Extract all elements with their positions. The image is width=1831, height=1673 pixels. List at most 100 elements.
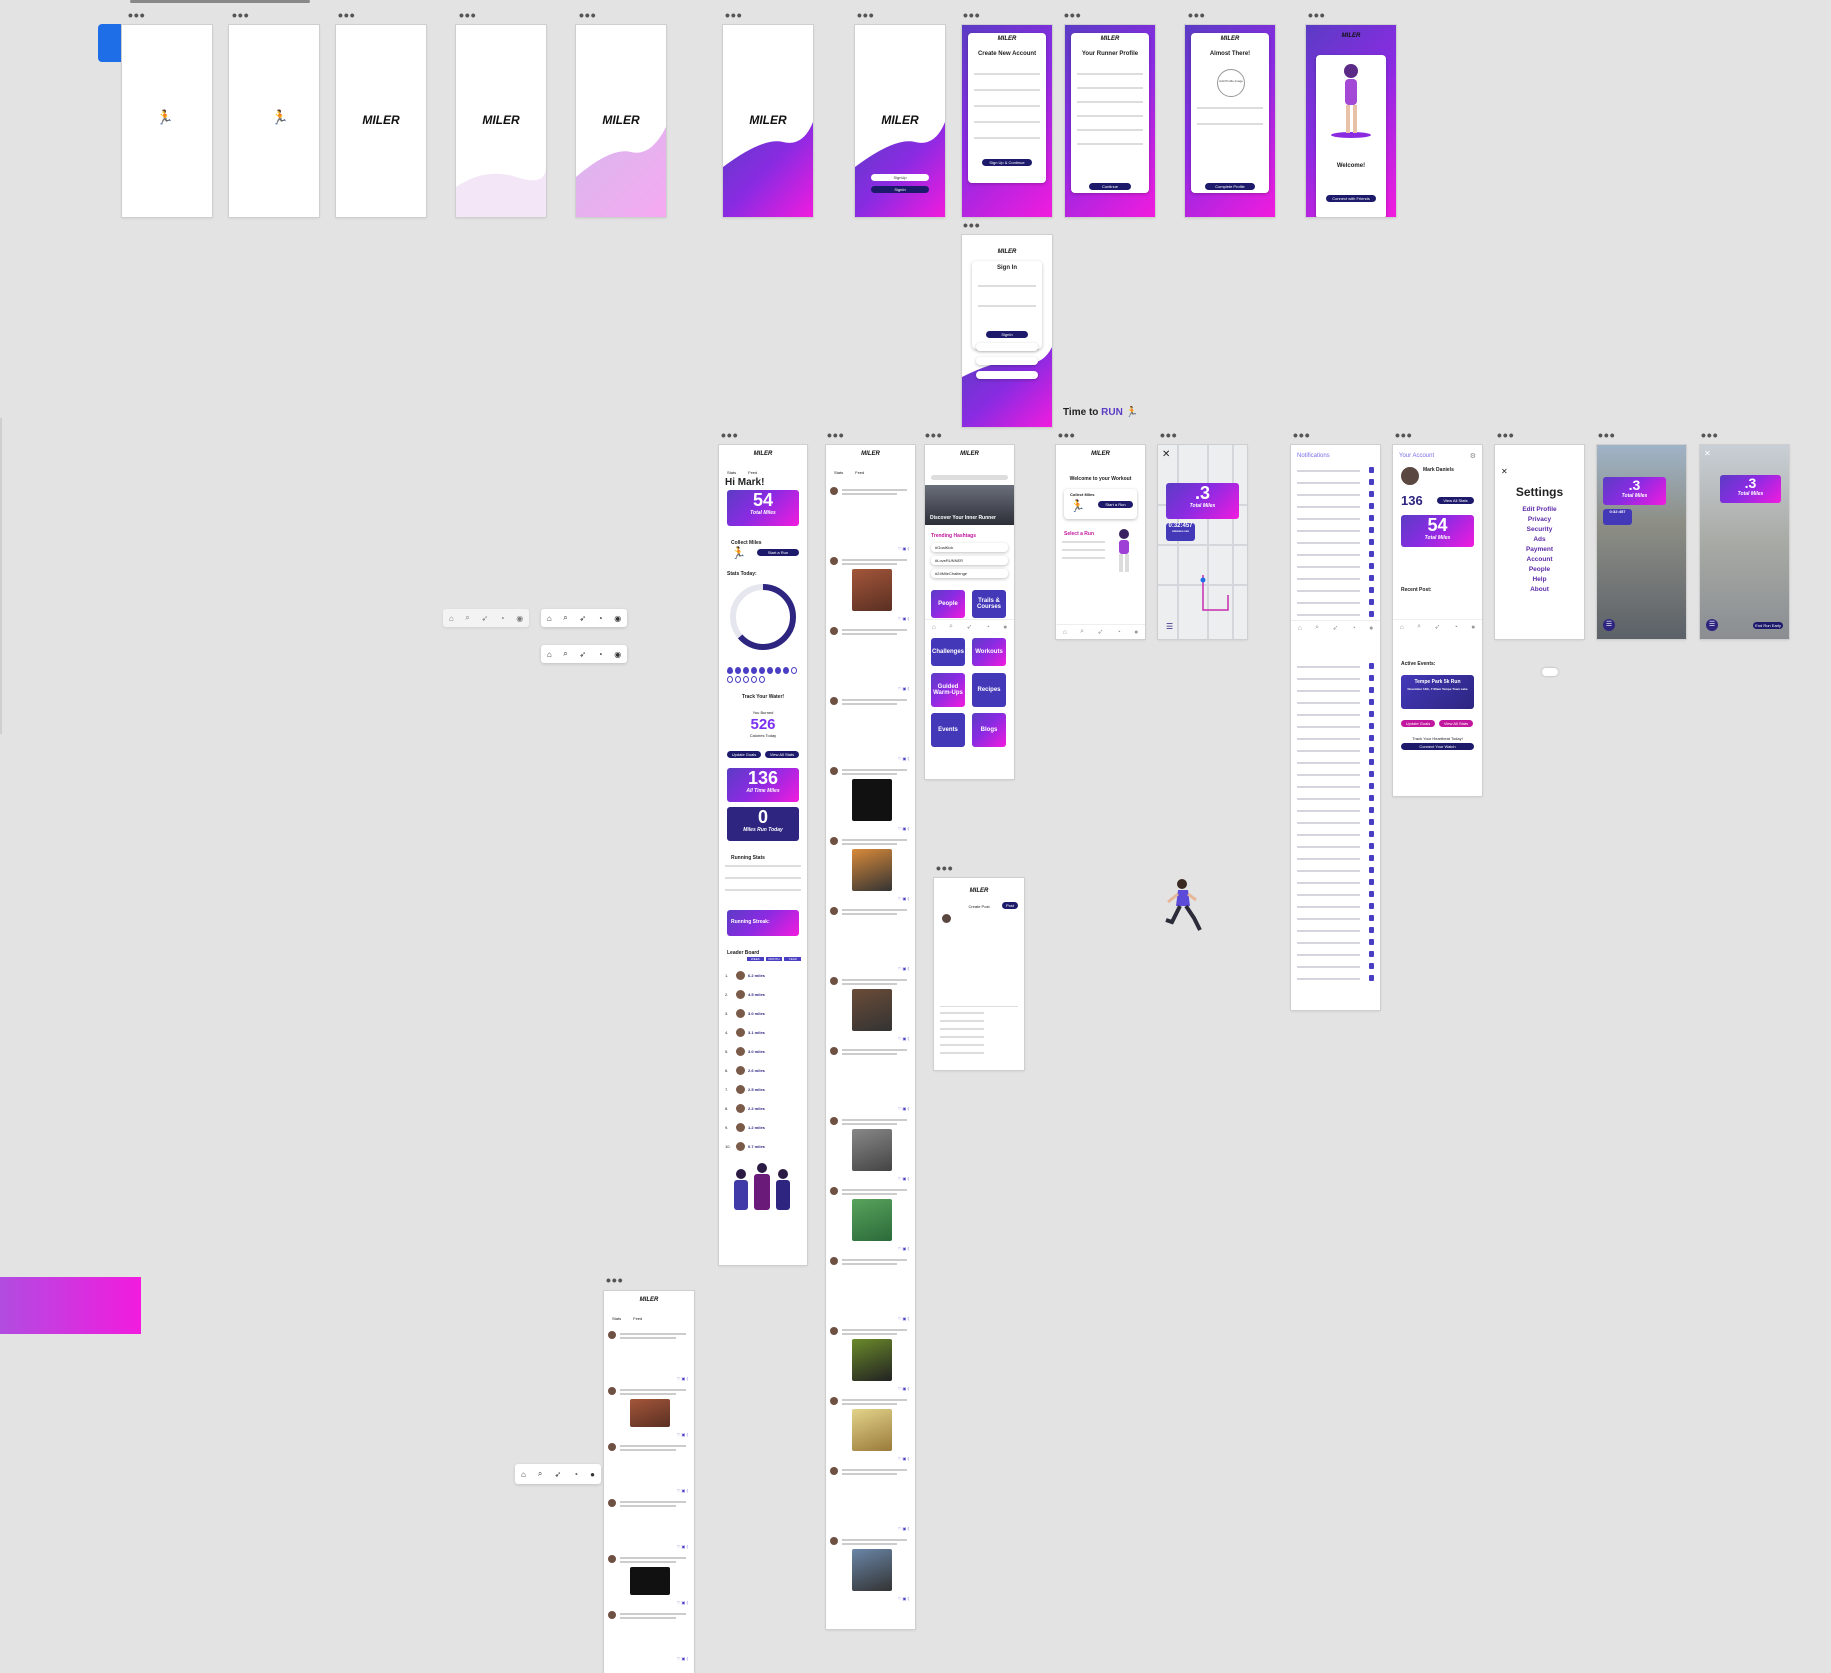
post-image[interactable] — [852, 779, 892, 821]
profile-icon[interactable]: ◉ — [614, 614, 621, 623]
notification-item[interactable] — [1297, 855, 1374, 863]
post-actions[interactable]: ♡ ▣ ⟨ — [898, 546, 909, 551]
post-actions[interactable]: ♡ ▣ ⟨ — [677, 1544, 688, 1549]
notification-item[interactable] — [1297, 527, 1374, 535]
notification-item[interactable] — [1297, 879, 1374, 887]
welcome-screen[interactable]: MILER Welcome! Connect with Friends — [1306, 25, 1396, 217]
post-image[interactable] — [852, 1409, 892, 1451]
toggle-switch[interactable] — [1542, 668, 1558, 676]
post-button[interactable]: Post — [1002, 902, 1018, 909]
run-icon[interactable]: ➶ — [1332, 624, 1338, 632]
signup-button[interactable]: SignUp — [871, 174, 929, 181]
hashtag-item[interactable]: #GoalKick — [931, 543, 1008, 552]
notification-item[interactable] — [1297, 747, 1374, 755]
feed-screen-2[interactable]: MILER Stats Feed ♡ ▣ ⟨ ♡ ▣ ⟨ ♡ ▣ ⟨ ♡ ▣ ⟨ ♡ ▣… — [604, 1291, 694, 1673]
discover-banner[interactable]: Discover Your Inner Runner — [925, 485, 1014, 525]
post-actions[interactable]: ♡ ▣ ⟨ — [898, 896, 909, 901]
location-option[interactable] — [940, 1036, 984, 1038]
runner-profile-screen[interactable]: MILER Your Runner Profile Continue — [1065, 25, 1155, 217]
frame-menu-icon[interactable]: ••• — [579, 8, 597, 22]
almost-there-screen[interactable]: MILER Almost There! Add Profile Image Co… — [1185, 25, 1275, 217]
frame-menu-icon[interactable]: ••• — [1160, 428, 1178, 442]
update-goals-button[interactable]: Update Goals — [727, 751, 761, 758]
run-option[interactable] — [1062, 549, 1105, 551]
password-field[interactable] — [978, 305, 1036, 307]
link-option[interactable] — [940, 1044, 984, 1046]
tag-option[interactable] — [940, 1020, 984, 1022]
menu-icon[interactable]: ☰ — [1706, 619, 1718, 631]
location-field[interactable] — [1197, 123, 1263, 125]
tab-year[interactable]: YEAR — [784, 957, 802, 961]
feed-post[interactable]: ♡ ▣ ⟨ — [608, 1443, 690, 1493]
google-login-button[interactable] — [976, 343, 1038, 351]
frame-menu-icon[interactable]: ••• — [1701, 428, 1719, 442]
frame-menu-icon[interactable]: ••• — [1497, 428, 1515, 442]
tab-stats[interactable]: Stats — [727, 470, 736, 475]
start-run-button[interactable]: Start a Run — [757, 549, 799, 556]
search-icon[interactable]: ⌕ — [538, 1469, 542, 1479]
profile-image-upload[interactable]: Add Profile Image — [1217, 69, 1245, 97]
search-icon[interactable]: ⌕ — [465, 613, 469, 623]
settings-item[interactable]: About — [1495, 585, 1584, 595]
tab-feed[interactable]: Feed — [633, 1316, 642, 1321]
home-icon[interactable]: ⌂ — [1400, 624, 1404, 631]
notification-item[interactable] — [1297, 687, 1374, 695]
home-stats-screen[interactable]: MILER Stats Feed Hi Mark! 54 Total Miles… — [719, 445, 807, 1265]
apple-login-button[interactable] — [976, 371, 1038, 379]
discover-screen[interactable]: MILER Discover Your Inner Runner Trendin… — [925, 445, 1014, 779]
run-icon[interactable]: ➶ — [1434, 623, 1440, 631]
view-stats-button[interactable]: View All Stats — [1437, 497, 1474, 504]
home-icon[interactable]: ⌂ — [547, 650, 552, 659]
feed-post[interactable]: ♡ ▣ ⟨ — [830, 697, 911, 761]
menu-icon[interactable]: ☰ — [1603, 619, 1615, 631]
leaderboard-row[interactable]: 1. 6.2 miles — [725, 967, 801, 983]
sign-in-button[interactable]: SignIn — [986, 331, 1028, 338]
create-account-screen[interactable]: MILER Create New Account Sign Up & Conti… — [962, 25, 1052, 217]
feed-post[interactable]: ♡ ▣ ⟨ — [608, 1331, 690, 1381]
navbar-component-dark[interactable]: ⌂ ⌕ ➶ ◔ ◉ — [541, 645, 627, 663]
notifications-screen[interactable]: Notifications ⌂ ⌕ ➶ ◔ ● — [1291, 445, 1380, 1010]
frame-menu-icon[interactable]: ••• — [936, 861, 954, 875]
more-option[interactable] — [940, 1052, 984, 1054]
notification-item[interactable] — [1297, 563, 1374, 571]
notification-item[interactable] — [1297, 575, 1374, 583]
create-post-screen[interactable]: MILER Create Post Post — [934, 878, 1024, 1070]
frame-menu-icon[interactable]: ••• — [963, 218, 981, 232]
tab-week[interactable]: WEEK — [747, 957, 764, 961]
home-icon[interactable]: ⌂ — [521, 1470, 526, 1479]
frame-menu-icon[interactable]: ••• — [128, 8, 146, 22]
feed-post[interactable]: ♡ ▣ ⟨ — [830, 1117, 911, 1181]
tile-challenges[interactable]: Challenges — [931, 638, 965, 666]
tile-people[interactable]: People — [931, 590, 965, 618]
search-icon[interactable]: ⌕ — [563, 649, 567, 659]
settings-item[interactable]: Security — [1495, 525, 1584, 535]
avatar[interactable]: ● — [1003, 624, 1007, 631]
avatar[interactable]: ● — [1369, 625, 1373, 632]
frame-menu-icon[interactable]: ••• — [963, 8, 981, 22]
run-icon[interactable]: ➶ — [966, 623, 972, 631]
post-actions[interactable]: ♡ ▣ ⟨ — [677, 1488, 688, 1493]
frame-menu-icon[interactable]: ••• — [1188, 8, 1206, 22]
navbar-component-feed[interactable]: ⌂ ⌕ ➶ ◔ ● — [515, 1464, 601, 1484]
splash-screen-auth[interactable]: MILER SignUp SignIn — [855, 25, 945, 217]
feed-post[interactable]: ♡ ▣ ⟨ — [830, 487, 911, 551]
bell-icon[interactable]: ◔ — [598, 614, 603, 623]
post-actions[interactable]: ♡ ▣ ⟨ — [898, 616, 909, 621]
notification-item[interactable] — [1297, 939, 1374, 947]
feed-post[interactable]: ♡ ▣ ⟨ — [830, 557, 911, 621]
tab-month[interactable]: MONTH — [765, 957, 783, 961]
notification-item[interactable] — [1297, 551, 1374, 559]
settings-item[interactable]: Ads — [1495, 535, 1584, 545]
tab-stats[interactable]: Stats — [612, 1316, 621, 1321]
feed-post[interactable]: ♡ ▣ ⟨ — [830, 977, 911, 1041]
connect-friends-button[interactable]: Connect with Friends — [1326, 195, 1376, 202]
frame-menu-icon[interactable]: ••• — [857, 8, 875, 22]
leaderboard-row[interactable]: 3. 3.0 miles — [725, 1005, 801, 1021]
bell-icon[interactable]: ◔ — [598, 650, 603, 659]
notification-item[interactable] — [1297, 759, 1374, 767]
avatar[interactable]: ● — [590, 1470, 595, 1479]
notification-item[interactable] — [1297, 891, 1374, 899]
post-image[interactable] — [852, 569, 892, 611]
splash-screen-6[interactable]: MILER — [723, 25, 813, 217]
post-actions[interactable]: ♡ ▣ ⟨ — [677, 1376, 688, 1381]
